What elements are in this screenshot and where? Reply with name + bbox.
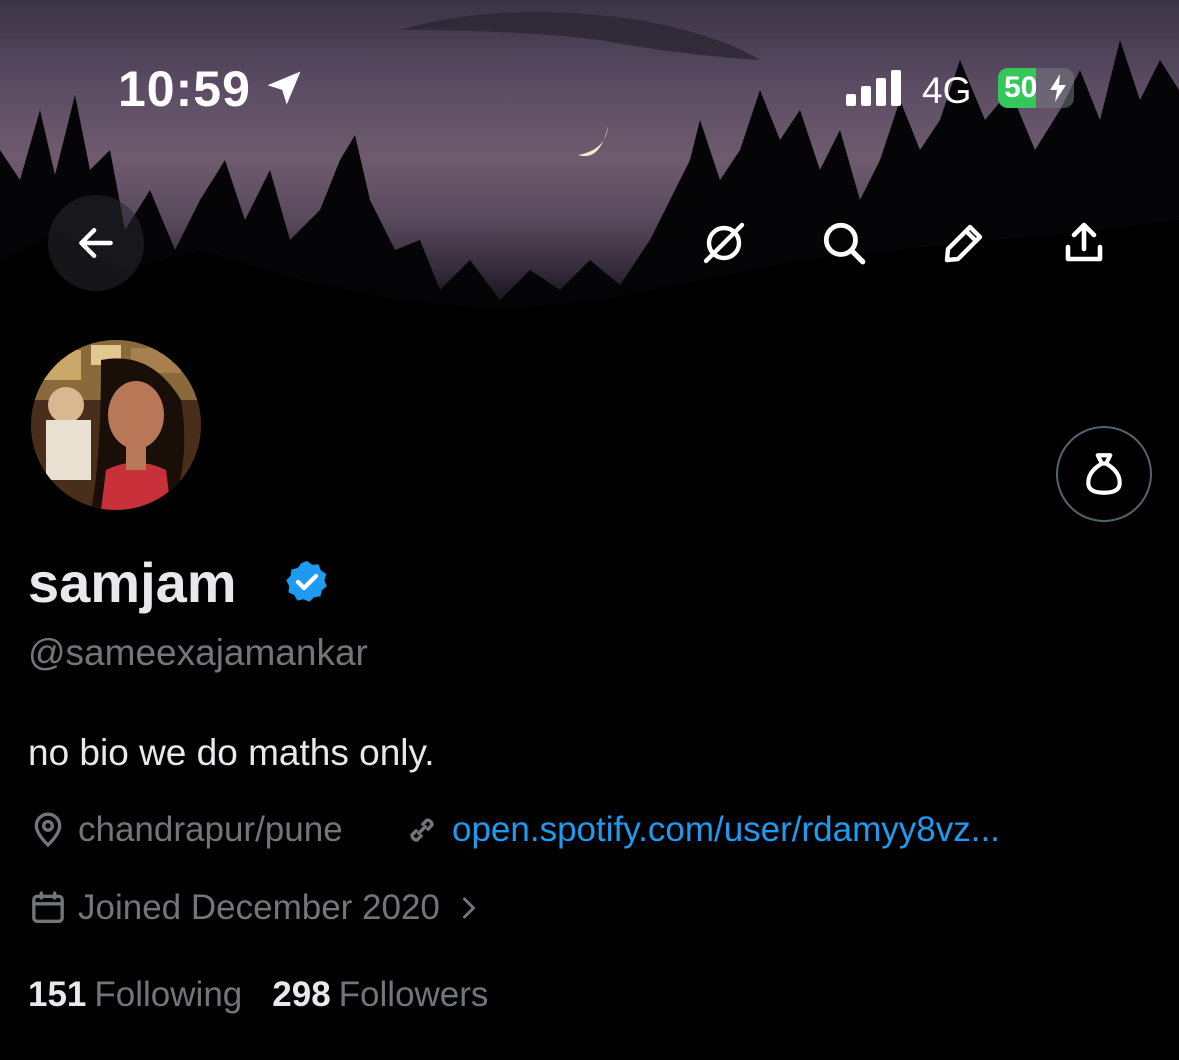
edit-button[interactable] [916,195,1012,291]
followers-stat[interactable]: 298 Followers [272,975,488,1015]
pencil-icon [944,224,983,263]
display-name: samjam [28,551,237,614]
verified-badge-icon[interactable] [283,558,331,606]
location-text: chandrapur/pune [78,810,343,849]
avatar[interactable] [27,336,205,514]
avatar-image [31,340,201,510]
share-button[interactable] [1036,195,1132,291]
link-icon [410,818,434,842]
battery-indicator: 50 [998,68,1074,108]
arrow-left-icon [79,227,113,259]
location-arrow-icon [267,71,301,105]
share-icon [1065,222,1103,262]
joined-text: Joined December 2020 [78,888,440,927]
bio: no bio we do maths only. [28,732,435,773]
calendar-icon [32,891,64,923]
followers-count: 298 [272,975,331,1014]
following-count: 151 [28,975,87,1014]
website-link[interactable]: open.spotify.com/user/rdamyy8vz... [452,810,1000,850]
website-row[interactable]: open.spotify.com/user/rdamyy8vz... [402,810,1000,850]
user-handle: @sameexajamankar [28,632,368,673]
battery-percent: 50 [1004,71,1038,104]
search-button[interactable] [796,195,892,291]
following-label: Following [94,975,243,1014]
joined-row[interactable]: Joined December 2020 [28,888,484,928]
money-bag-icon [1086,453,1122,495]
charging-bolt-icon [1050,74,1066,102]
grok-button[interactable] [676,195,772,291]
location-pin-icon [34,812,62,848]
cellular-signal-icon [846,70,901,106]
back-button[interactable] [48,195,144,291]
following-stat[interactable]: 151 Following [28,975,242,1015]
followers-label: Followers [338,975,489,1014]
grok-icon [703,222,745,264]
search-icon [823,222,866,265]
follow-stats: 151 Following 298 Followers [28,975,518,1015]
tip-button[interactable] [1056,426,1152,522]
chevron-right-icon [462,897,475,919]
network-type: 4G [922,70,972,111]
status-time: 10:59 [118,61,251,117]
location-row: chandrapur/pune [28,810,343,850]
